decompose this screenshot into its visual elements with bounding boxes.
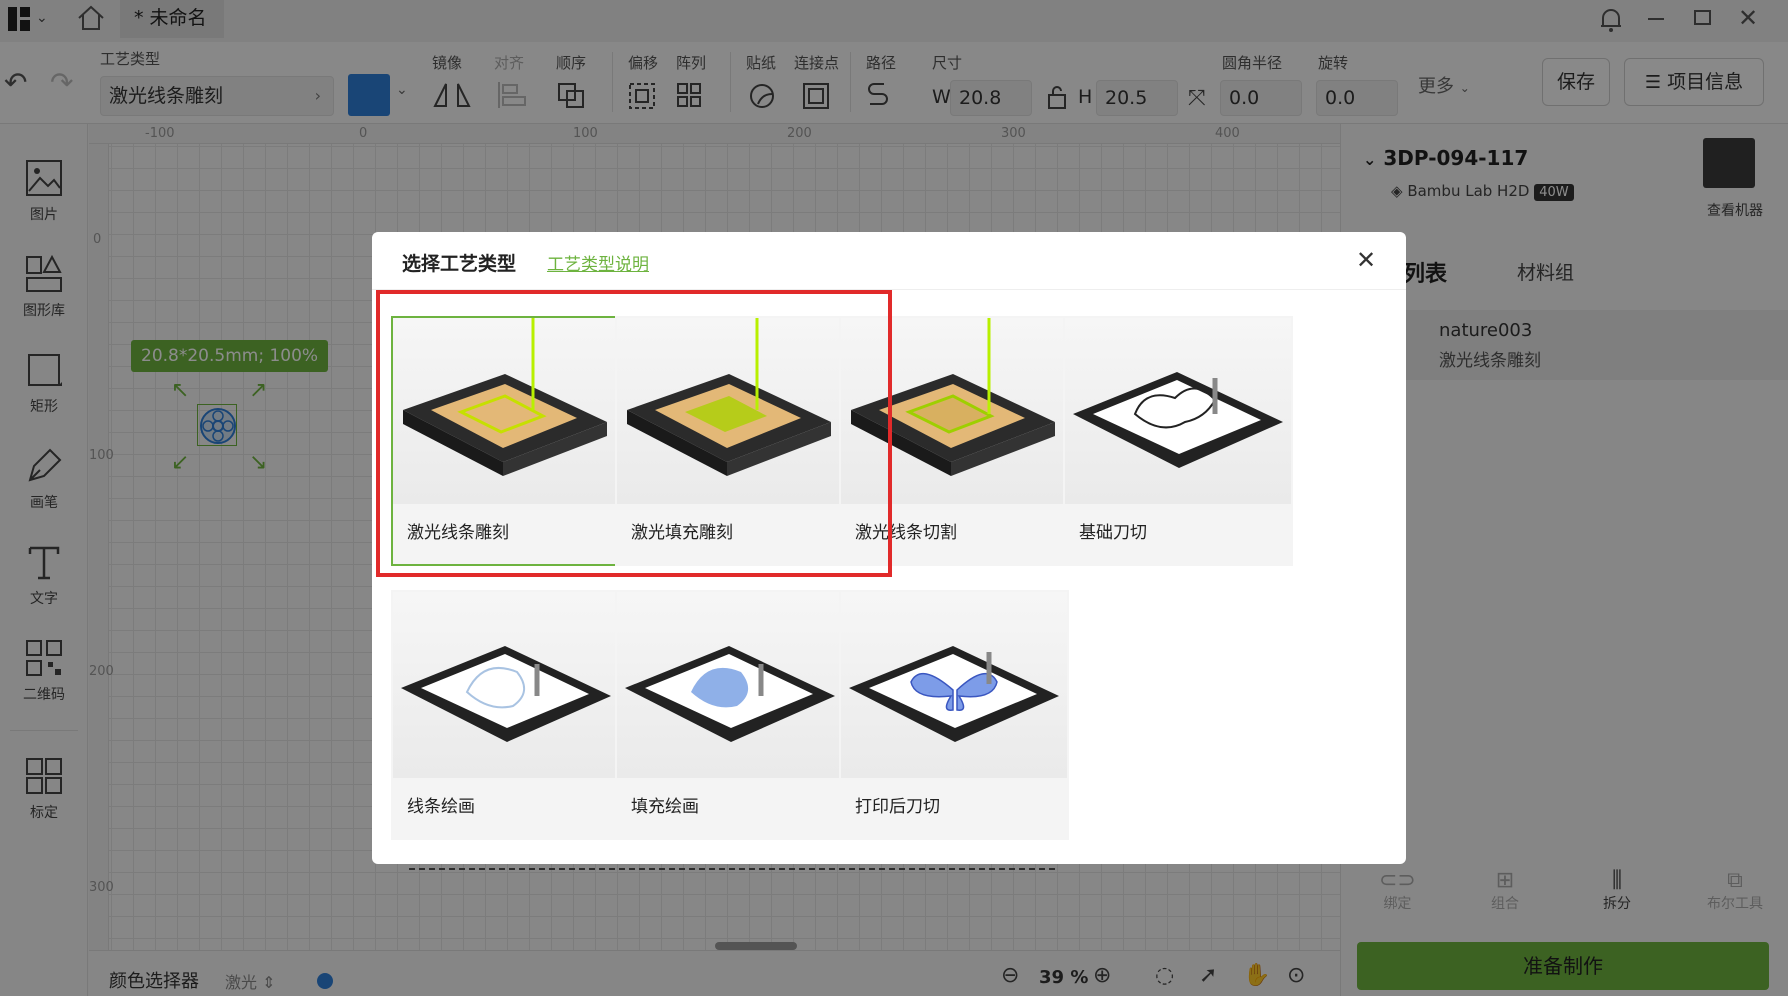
card-label: 打印后刀切 — [855, 797, 940, 817]
card-print-then-cut[interactable]: 打印后刀切 — [839, 590, 1069, 840]
dialog-title: 选择工艺类型 — [402, 253, 517, 275]
process-help-link[interactable]: 工艺类型说明 — [547, 250, 649, 275]
close-icon[interactable]: ✕ — [1356, 246, 1376, 274]
card-label: 基础刀切 — [1079, 523, 1147, 543]
print-then-cut-image — [841, 592, 1067, 778]
basic-blade-cut-image — [1065, 318, 1291, 504]
card-label: 线条绘画 — [407, 797, 475, 817]
annotation-highlight-box — [376, 290, 892, 577]
card-line-drawing[interactable]: 线条绘画 — [391, 590, 621, 840]
card-basic-blade-cut[interactable]: 基础刀切 — [1063, 316, 1293, 566]
card-label: 填充绘画 — [631, 797, 699, 817]
card-fill-drawing[interactable]: 填充绘画 — [615, 590, 845, 840]
line-drawing-image — [393, 592, 619, 778]
fill-drawing-image — [617, 592, 843, 778]
